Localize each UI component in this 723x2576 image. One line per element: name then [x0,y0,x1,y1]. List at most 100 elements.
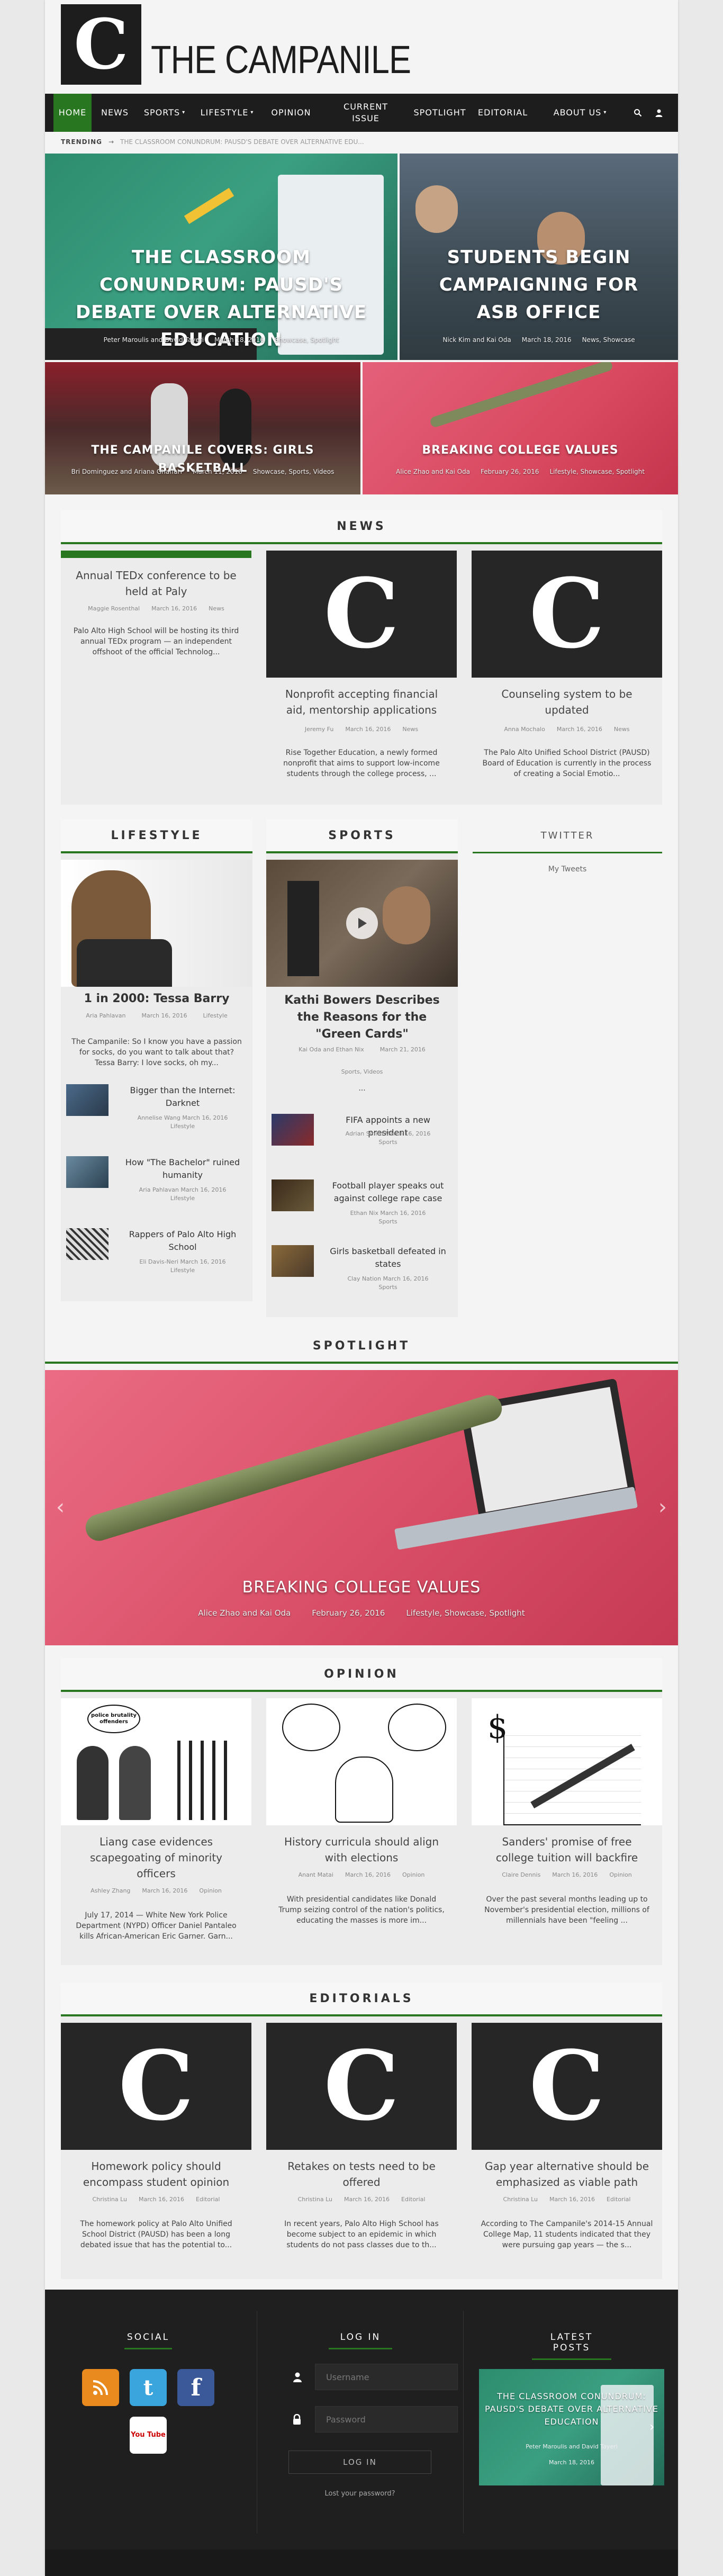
card-category[interactable]: News [614,725,630,734]
card-title[interactable]: Gap year alternative should be emphasize… [482,2158,652,2190]
item-thumbnail[interactable] [66,1228,109,1260]
opinion-card[interactable]: $ Sanders' promise of free college tuiti… [472,1698,662,1958]
password-input[interactable]: Password [315,2406,458,2433]
hero-categories[interactable]: Lifestyle, Showcase, Spotlight [549,468,645,475]
site-logo[interactable]: C [61,4,141,85]
card-category[interactable]: News [402,725,418,734]
hero-feature-3[interactable]: THE CAMPANILE COVERS: GIRLS BASKETBALL B… [45,362,360,494]
latest-post-author[interactable]: Peter Maroulis and David Tayeri [484,2443,659,2450]
item-title[interactable]: Bigger than the Internet: Darknet [119,1084,246,1110]
card-title[interactable]: Counseling system to be updated [482,686,652,718]
card-author[interactable]: Kai Oda and Ethan Nix [299,1046,364,1053]
lifestyle-list-item[interactable]: Rappers of Palo Alto High School Eli Dav… [66,1228,246,1292]
sports-main-title[interactable]: Kathi Bowers Describes the Reasons for t… [274,992,450,1043]
latest-post-title[interactable]: THE CLASSROOM CONUNDRUM: PAUSD'S DEBATE … [484,2390,659,2428]
hero-author[interactable]: Nick Kim and Kai Oda [442,336,511,344]
card-title[interactable]: Nonprofit accepting financial aid, mento… [277,686,446,718]
opinion-card[interactable]: History curricula should align with elec… [266,1698,457,1958]
item-title[interactable]: How "The Bachelor" ruined humanity [119,1156,246,1182]
hero-title[interactable]: BREAKING COLLEGE VALUES [363,442,678,460]
card-author[interactable]: Aria Pahlavan [86,1012,125,1019]
hero-author[interactable]: Peter Maroulis and David Tayeri [104,336,204,344]
nav-spotlight[interactable]: SPOTLIGHT [408,94,472,132]
card-author[interactable]: Christina Lu [93,2195,127,2204]
opinion-card[interactable]: police brutality offenders Liang case ev… [61,1698,251,1958]
hero-categories[interactable]: Showcase, Spotlight [275,336,339,344]
chevron-right-icon[interactable]: › [649,2419,660,2435]
lifestyle-main-thumb[interactable] [61,860,252,987]
card-title[interactable]: Liang case evidences scapegoating of min… [71,1834,241,1881]
editorial-card[interactable]: C Gap year alternative should be emphasi… [472,2023,662,2277]
item-author[interactable]: Annelise Wang [138,1114,180,1121]
card-author[interactable]: Anant Matai [299,1871,333,1879]
hero-title[interactable]: STUDENTS BEGIN CAMPAIGNING FOR ASB OFFIC… [400,244,678,326]
sports-main-categories[interactable]: Sports, Videos [272,1068,453,1075]
card-category[interactable]: Opinion [609,1871,631,1879]
opinion-heading[interactable]: OPINION [61,1658,662,1692]
nav-opinion[interactable]: OPINION [262,94,320,132]
editorial-card[interactable]: C Retakes on tests need to be offered Ch… [266,2023,457,2277]
card-thumbnail[interactable]: C [266,551,457,678]
search-icon[interactable] [627,94,648,132]
item-category[interactable]: Lifestyle [170,1267,195,1274]
nav-editorial[interactable]: EDITORIAL [474,94,532,132]
news-heading[interactable]: NEWS [61,510,662,544]
facebook-icon[interactable]: f [177,2369,214,2406]
nav-sports[interactable]: SPORTS ▾ [138,94,191,132]
news-card[interactable]: Annual TEDx conference to be held at Pal… [61,551,251,799]
card-author[interactable]: Ashley Zhang [91,1887,130,1895]
item-author[interactable]: Eli Davis-Neri [139,1258,178,1265]
card-thumbnail[interactable]: $ [472,1698,662,1825]
item-author[interactable]: Aria Pahlavan [139,1186,179,1193]
lifestyle-heading[interactable]: LIFESTYLE [61,819,252,853]
youtube-icon[interactable]: You Tube [130,2417,167,2454]
card-thumbnail[interactable]: C [61,2023,251,2150]
lost-password-link[interactable]: Lost your password? [288,2490,431,2498]
spotlight-title[interactable]: BREAKING COLLEGE VALUES [45,1577,678,1599]
card-category[interactable]: News [209,605,224,613]
card-thumbnail[interactable]: C [472,551,662,678]
twitter-icon[interactable]: t [130,2369,167,2406]
card-thumbnail[interactable]: C [472,2023,662,2150]
hero-categories[interactable]: News, Showcase [582,336,635,344]
item-title[interactable]: Rappers of Palo Alto High School [119,1228,246,1254]
card-title[interactable]: History curricula should align with elec… [277,1834,446,1866]
my-tweets-link[interactable]: My Tweets [473,865,662,873]
item-thumbnail[interactable] [66,1156,109,1188]
nav-current-issue[interactable]: CURRENT ISSUE [334,94,397,132]
lifestyle-main-title[interactable]: 1 in 2000: Tessa Barry [61,992,252,1005]
item-category[interactable]: Sports [378,1218,397,1225]
hero-author[interactable]: Alice Zhao and Kai Oda [396,468,470,475]
rss-icon[interactable] [82,2369,119,2406]
username-input[interactable]: Username [315,2364,458,2390]
card-author[interactable]: Anna Mochalo [504,725,545,734]
card-author[interactable]: Jeremy Fu [305,725,333,734]
sports-heading[interactable]: SPORTS [266,819,458,853]
card-title[interactable]: Homework policy should encompass student… [71,2158,241,2190]
card-title[interactable]: Sanders' promise of free college tuition… [482,1834,652,1866]
item-thumbnail[interactable] [66,1084,109,1116]
item-title[interactable]: Football player speaks out against colle… [324,1179,451,1205]
trending-headline[interactable]: THE CLASSROOM CONUNDRUM: PAUSD'S DEBATE … [120,138,364,146]
card-category[interactable]: Editorial [401,2195,425,2204]
editorials-heading[interactable]: EDITORIALS [61,1983,662,2016]
item-category[interactable]: Sports [378,1284,397,1291]
card-category[interactable]: Editorial [196,2195,220,2204]
card-author[interactable]: Christina Lu [298,2195,332,2204]
site-title[interactable]: THE CAMPANILE [151,37,411,82]
nav-lifestyle[interactable]: LIFESTYLE ▾ [194,94,260,132]
spotlight-categories[interactable]: Lifestyle, Showcase, Spotlight [406,1608,525,1618]
card-thumbnail[interactable]: police brutality offenders [61,1698,251,1825]
slider-prev-arrow-icon[interactable]: ‹ [52,1495,68,1520]
lifestyle-list-item[interactable]: How "The Bachelor" ruined humanity Aria … [66,1156,246,1220]
card-category[interactable]: Opinion [402,1871,424,1879]
item-author[interactable]: Clay Nation [347,1275,381,1282]
item-category[interactable]: Sports [378,1139,397,1146]
hero-author[interactable]: Bri Dominguez and Ariana Ghaffari [71,468,182,475]
hero-feature-1[interactable]: THE CLASSROOM CONUNDRUM: PAUSD'S DEBATE … [45,154,397,360]
item-thumbnail[interactable] [272,1114,314,1146]
card-thumbnail[interactable] [266,1698,457,1825]
spotlight-heading[interactable]: SPOTLIGHT [45,1330,678,1364]
hero-feature-2[interactable]: STUDENTS BEGIN CAMPAIGNING FOR ASB OFFIC… [400,154,678,360]
sports-list-item[interactable]: Girls basketball defeated in states Clay… [272,1245,451,1309]
